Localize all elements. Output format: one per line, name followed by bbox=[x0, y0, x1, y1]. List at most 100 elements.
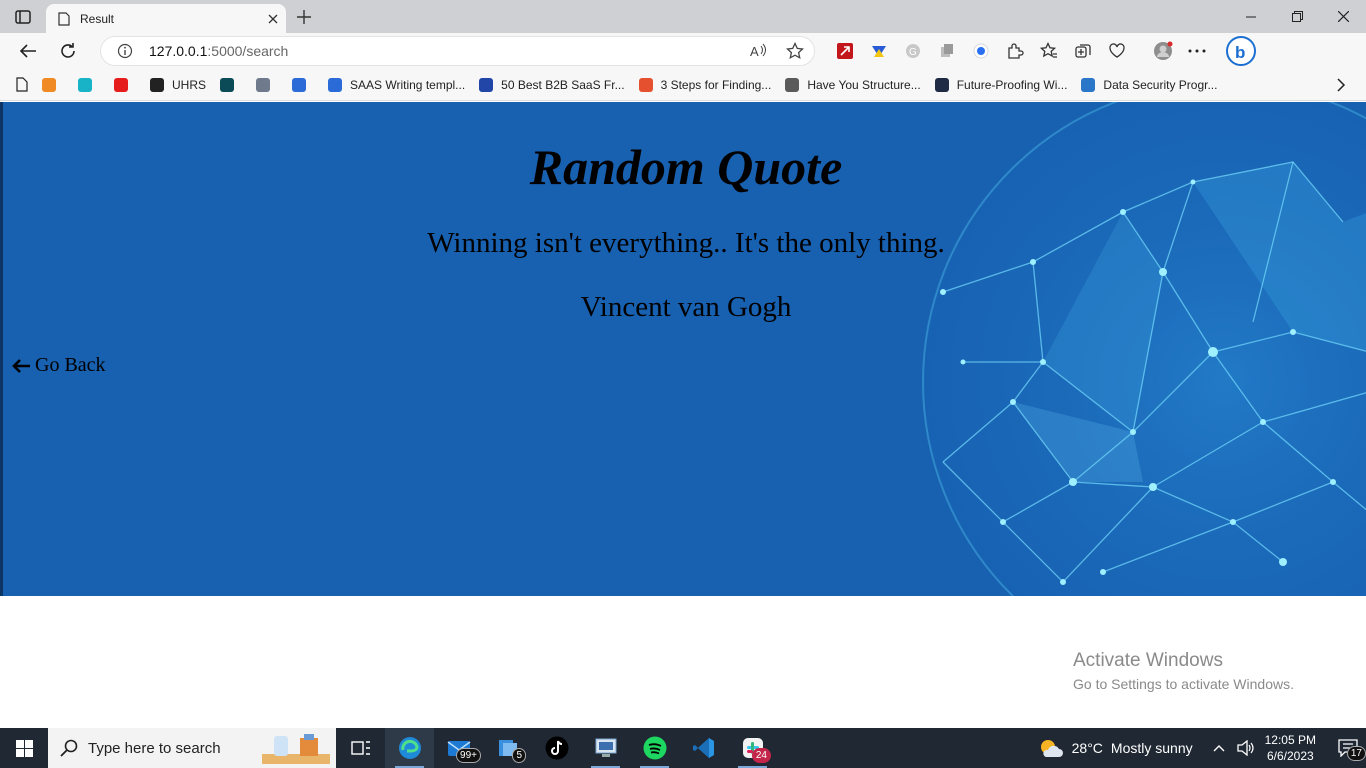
task-view-button[interactable] bbox=[336, 728, 385, 768]
bookmarks-overflow-chevron-icon[interactable] bbox=[1336, 77, 1346, 92]
bookmark-favicon-icon bbox=[292, 77, 307, 92]
search-placeholder: Type here to search bbox=[88, 739, 221, 757]
favorites-icon[interactable] bbox=[1032, 33, 1066, 69]
clock[interactable]: 12:05 PM 6/6/2023 bbox=[1265, 732, 1316, 764]
favorite-star-icon[interactable] bbox=[786, 42, 804, 60]
more-menu-icon[interactable] bbox=[1180, 33, 1214, 69]
url-host: 127.0.0.1 bbox=[149, 43, 208, 59]
taskbar-slack[interactable]: 24 bbox=[728, 728, 777, 768]
bookmark-item[interactable] bbox=[42, 77, 64, 92]
collections-icon[interactable] bbox=[1066, 33, 1100, 69]
bookmark-item[interactable]: UHRS bbox=[150, 77, 207, 92]
minimize-button[interactable] bbox=[1228, 0, 1274, 33]
edge-icon bbox=[398, 737, 421, 759]
folder-badge: 5 bbox=[512, 748, 526, 763]
go-back-link[interactable]: Go Back bbox=[11, 354, 106, 377]
bookmark-item[interactable]: 50 Best B2B SaaS Fr... bbox=[479, 77, 625, 92]
taskbar-vscode[interactable] bbox=[679, 728, 728, 768]
extensions-puzzle-icon[interactable] bbox=[998, 33, 1032, 69]
address-bar[interactable]: 127.0.0.1:5000/search A bbox=[100, 36, 815, 66]
taskbar-spotify[interactable] bbox=[630, 728, 679, 768]
bookmark-item[interactable] bbox=[292, 77, 314, 92]
taskbar-search-box[interactable]: Type here to search bbox=[48, 728, 336, 768]
bookmark-label: 3 Steps for Finding... bbox=[660, 77, 772, 92]
svg-text:b: b bbox=[1235, 43, 1245, 62]
bookmark-favicon-icon bbox=[256, 77, 271, 92]
profile-avatar-icon[interactable] bbox=[1146, 33, 1180, 69]
volume-icon[interactable] bbox=[1236, 740, 1255, 756]
tab-result[interactable]: Result bbox=[46, 4, 286, 33]
bookmark-favicon-icon bbox=[150, 77, 164, 92]
svg-text:A: A bbox=[750, 44, 759, 59]
browser-essentials-icon[interactable] bbox=[1100, 33, 1134, 69]
extension-copy-icon[interactable] bbox=[930, 33, 964, 69]
start-button[interactable] bbox=[0, 728, 48, 768]
notifications-button[interactable]: 17 bbox=[1330, 739, 1366, 761]
new-page-icon[interactable] bbox=[16, 77, 28, 92]
temperature: 28°C bbox=[1071, 740, 1103, 756]
vscode-icon bbox=[692, 738, 714, 758]
bookmark-favicon-icon bbox=[328, 77, 343, 92]
slack-badge: 24 bbox=[751, 748, 771, 763]
clock-time: 12:05 PM bbox=[1264, 733, 1316, 747]
taskbar-remote-desktop[interactable] bbox=[581, 728, 630, 768]
windows-logo-icon bbox=[15, 739, 33, 757]
bookmark-favicon-icon bbox=[934, 77, 949, 92]
extension-blue-circle-icon[interactable] bbox=[964, 33, 998, 69]
bookmark-item[interactable] bbox=[114, 77, 136, 92]
bookmark-item[interactable]: Future-Proofing Wi... bbox=[934, 77, 1068, 92]
bookmark-label: Data Security Progr... bbox=[1103, 77, 1218, 92]
page-icon bbox=[58, 11, 70, 26]
refresh-icon bbox=[61, 43, 75, 58]
bookmark-label: UHRS bbox=[172, 77, 207, 92]
info-icon[interactable] bbox=[117, 43, 133, 59]
system-tray: 28°C Mostly sunny 12:05 PM 6/6/2023 17 bbox=[1038, 728, 1366, 768]
bookmark-item[interactable]: Have You Structure... bbox=[785, 77, 921, 92]
close-window-button[interactable] bbox=[1320, 0, 1366, 33]
activate-windows-subtitle: Go to Settings to activate Windows. bbox=[1073, 676, 1294, 692]
url-path: :5000/search bbox=[207, 43, 289, 59]
page-title: Random Quote bbox=[529, 139, 843, 195]
arrow-left-icon bbox=[12, 358, 30, 373]
bookmark-item[interactable]: 3 Steps for Finding... bbox=[638, 77, 772, 92]
refresh-button[interactable] bbox=[48, 33, 88, 69]
bookmark-favicon-icon bbox=[42, 77, 56, 92]
taskbar-tiktok[interactable] bbox=[532, 728, 581, 768]
bookmark-item[interactable]: Data Security Progr... bbox=[1081, 77, 1218, 92]
extension-translate-icon[interactable] bbox=[862, 33, 896, 69]
activate-windows-title: Activate Windows bbox=[1073, 650, 1223, 671]
weather-widget[interactable]: 28°C Mostly sunny bbox=[1038, 737, 1193, 759]
go-back-label: Go Back bbox=[35, 354, 106, 376]
bookmark-item[interactable]: SAAS Writing templ... bbox=[328, 77, 466, 92]
read-aloud-icon[interactable]: A bbox=[750, 42, 768, 60]
weather-condition: Mostly sunny bbox=[1110, 740, 1193, 756]
remote-desktop-icon bbox=[595, 738, 616, 757]
bookmark-label: SAAS Writing templ... bbox=[350, 77, 466, 92]
restore-button[interactable] bbox=[1274, 0, 1320, 33]
back-button[interactable] bbox=[8, 33, 48, 69]
close-tab-icon[interactable] bbox=[268, 14, 278, 24]
minimize-icon bbox=[1246, 16, 1256, 17]
bing-copilot-icon[interactable]: b bbox=[1224, 33, 1258, 69]
mail-badge: 99+ bbox=[456, 748, 481, 763]
new-tab-button[interactable] bbox=[286, 0, 322, 33]
browser-toolbar: 127.0.0.1:5000/search A G b bbox=[0, 33, 1366, 69]
bookmark-label: Future-Proofing Wi... bbox=[956, 77, 1068, 92]
taskbar: Type here to search 99+ 5 24 28°C Mostly… bbox=[0, 728, 1366, 768]
bookmark-favicon-icon bbox=[785, 77, 800, 92]
taskbar-edge[interactable] bbox=[385, 728, 434, 768]
taskbar-file-explorer[interactable]: 5 bbox=[483, 728, 532, 768]
bookmarks-bar: UHRS SAAS Writing templ... 50 Best B2B Saa… bbox=[0, 69, 1366, 101]
show-hidden-icons-chevron-icon[interactable] bbox=[1213, 744, 1225, 752]
search-icon bbox=[60, 739, 78, 757]
bookmark-label: Have You Structure... bbox=[807, 77, 921, 92]
extension-red-icon[interactable] bbox=[828, 33, 862, 69]
bookmark-item[interactable] bbox=[78, 77, 100, 92]
bookmark-item[interactable] bbox=[256, 77, 278, 92]
taskbar-mail[interactable]: 99+ bbox=[434, 728, 483, 768]
bookmark-item[interactable] bbox=[220, 77, 242, 92]
url-text: 127.0.0.1:5000/search bbox=[149, 43, 288, 59]
bookmark-favicon-icon bbox=[1081, 77, 1096, 92]
tab-actions-button[interactable] bbox=[0, 0, 46, 33]
extension-grammar-icon[interactable]: G bbox=[896, 33, 930, 69]
